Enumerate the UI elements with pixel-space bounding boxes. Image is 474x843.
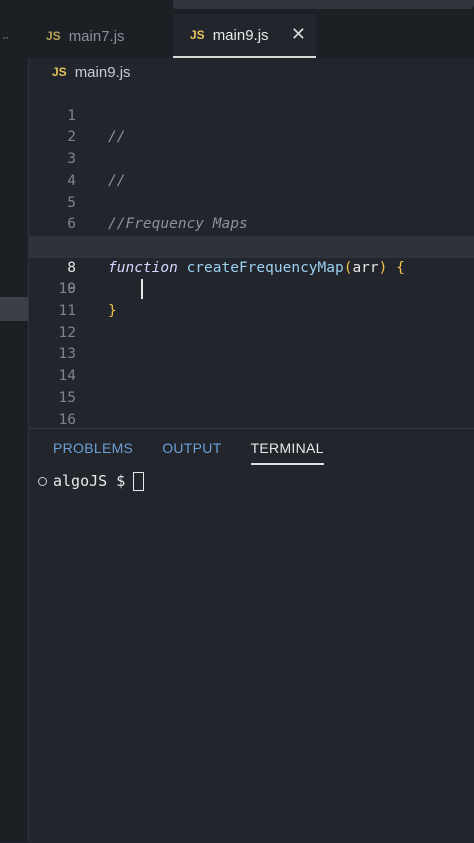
breadcrumb[interactable]: JS main9.js bbox=[52, 60, 131, 84]
activity-bar: ·· bbox=[0, 0, 29, 842]
terminal-prompt: algoJS $ bbox=[53, 472, 126, 490]
code-line: 7 function createFrequencyMap(arr) { bbox=[28, 214, 474, 276]
js-file-icon: JS bbox=[52, 65, 67, 79]
activity-selected-indicator[interactable] bbox=[0, 297, 28, 321]
js-file-icon: JS bbox=[190, 28, 205, 42]
status-circle-icon bbox=[38, 476, 47, 486]
code-line: 13 bbox=[28, 344, 474, 366]
breadcrumb-file[interactable]: main9.js bbox=[75, 64, 131, 81]
close-icon[interactable]: ✕ bbox=[291, 24, 306, 45]
title-strip bbox=[28, 0, 474, 14]
bottom-panel: PROBLEMS OUTPUT TERMINAL algoJS $ bbox=[28, 428, 474, 843]
tab-terminal[interactable]: TERMINAL bbox=[250, 429, 324, 467]
command-center[interactable] bbox=[173, 0, 474, 9]
code-line: 9 } bbox=[28, 258, 474, 319]
line-number: 11 bbox=[58, 303, 76, 319]
code-line: 2 bbox=[28, 106, 474, 145]
code-line: 5 //Frequency Maps bbox=[28, 171, 474, 233]
line-number: 13 bbox=[58, 346, 76, 363]
code-line: 3 // bbox=[28, 127, 474, 189]
tab-label: main7.js bbox=[68, 27, 125, 45]
line-number: 12 bbox=[58, 324, 76, 341]
tab-main9[interactable]: JS main9.js ✕ bbox=[173, 14, 316, 58]
code-editor[interactable]: 1 // 2 3 // 4 5 //Frequency Maps 6 const… bbox=[28, 84, 474, 428]
line-number: 10 bbox=[58, 281, 76, 298]
tab-output[interactable]: OUTPUT bbox=[162, 429, 221, 467]
code-line: 6 const arr = [1,1,1,1,1,2,2,2,2,3,3,4]; bbox=[28, 193, 474, 254]
panel-tabs: PROBLEMS OUTPUT TERMINAL bbox=[53, 429, 324, 467]
tab-label: main9.js bbox=[212, 26, 269, 44]
code-line: 15 bbox=[28, 388, 474, 410]
terminal-cursor bbox=[133, 471, 145, 491]
line-number: 14 bbox=[58, 368, 76, 385]
code-line-current[interactable]: 8 bbox=[28, 235, 474, 300]
line-number: 15 bbox=[58, 389, 76, 406]
code-line: 14 bbox=[28, 366, 474, 388]
code-line: 10 bbox=[28, 279, 474, 301]
terminal-line[interactable]: algoJS $ bbox=[38, 469, 145, 493]
js-file-icon: JS bbox=[46, 29, 61, 43]
code-line: 12 bbox=[28, 323, 474, 345]
tab-problems[interactable]: PROBLEMS bbox=[53, 429, 133, 467]
more-icon[interactable]: ·· bbox=[2, 30, 9, 44]
code-line: 11 bbox=[28, 301, 474, 323]
code-line: 4 bbox=[28, 149, 474, 189]
code-line: 1 // bbox=[28, 84, 474, 146]
tab-main7[interactable]: JS main7.js bbox=[46, 14, 125, 58]
editor-tabs: JS main7.js JS main9.js ✕ bbox=[28, 14, 474, 58]
